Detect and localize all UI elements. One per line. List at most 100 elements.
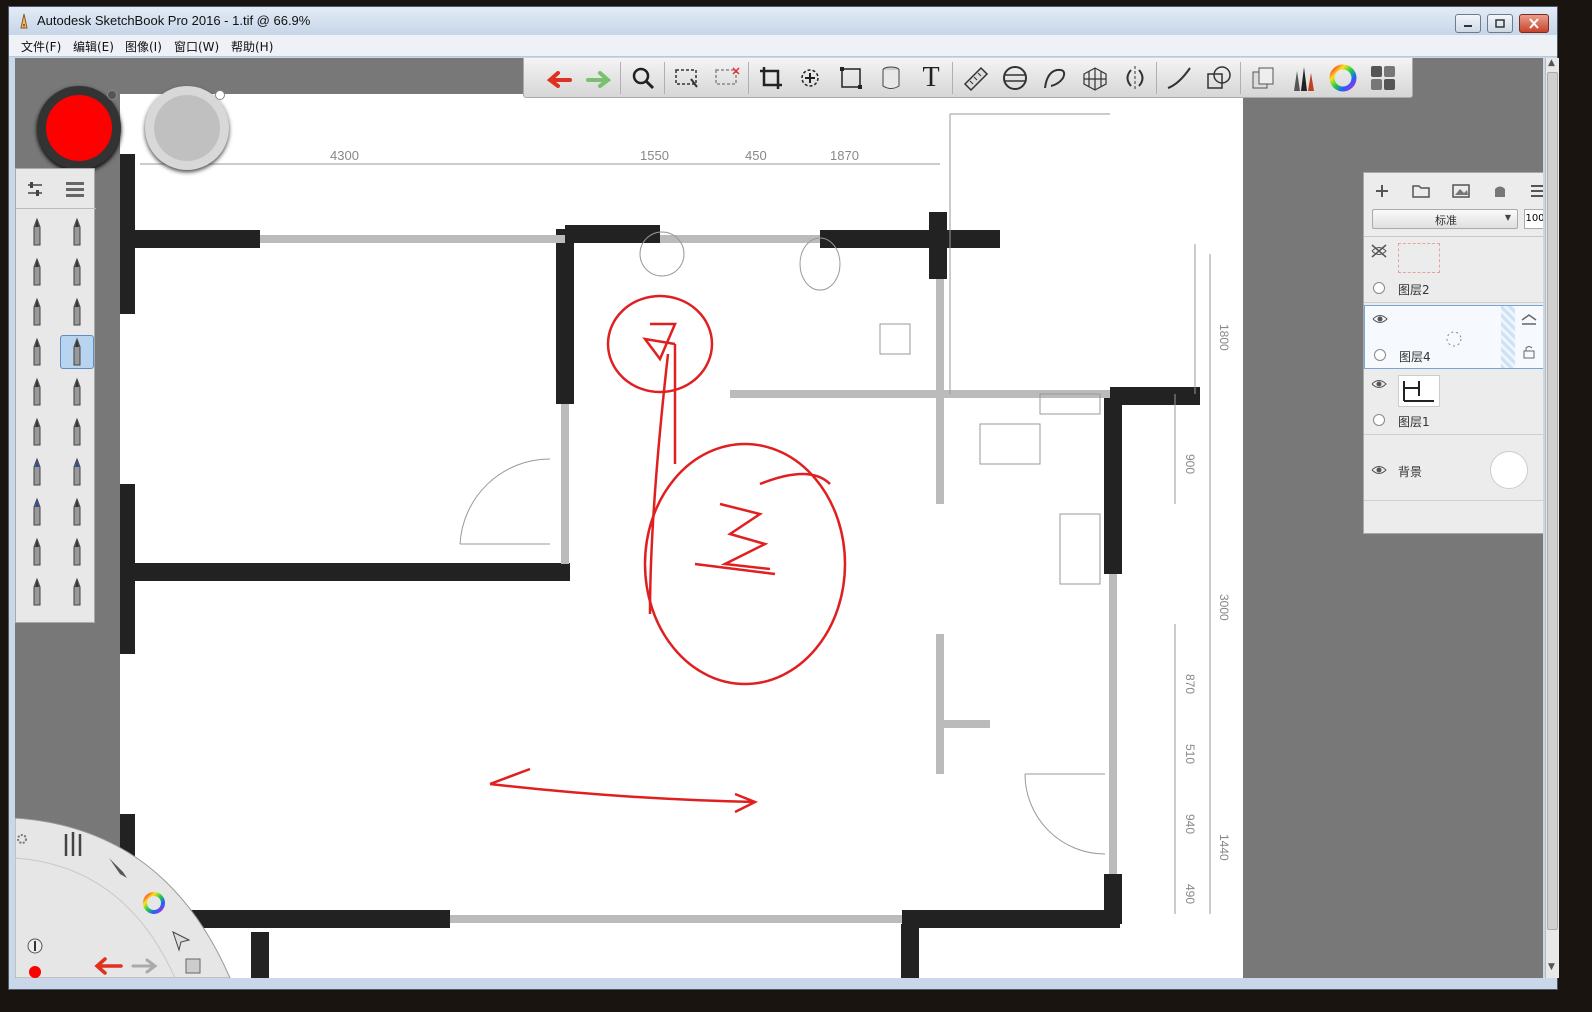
fill-button[interactable] [874, 61, 908, 95]
redo-lagoon-icon[interactable] [131, 956, 161, 976]
text-button[interactable]: T [914, 61, 948, 95]
menu-image[interactable]: 图像(I) [125, 38, 162, 55]
brush-properties-button[interactable] [18, 172, 52, 206]
scrollbar-thumb[interactable] [1547, 72, 1558, 930]
brush-technical-pen[interactable] [60, 215, 94, 249]
layer-row-layer4-active[interactable]: 图层4 [1364, 305, 1543, 369]
background-color-swatch[interactable] [1490, 451, 1528, 489]
menu-edit[interactable]: 编辑(E) [73, 38, 114, 55]
ellipse-guide-button[interactable] [998, 61, 1032, 95]
eraser-layer-icon[interactable] [1492, 183, 1508, 199]
canvas-workspace[interactable]: 4300 1550 450 1870 1800 900 3000 870 510… [15, 58, 1543, 978]
brush-airbrush-hard[interactable] [20, 375, 54, 409]
image-icon[interactable] [1452, 183, 1470, 199]
undo-button[interactable] [542, 61, 576, 95]
menu-bar: 文件(F) 编辑(E) 图像(I) 窗口(W) 帮助(H) [9, 35, 1557, 57]
minimize-button[interactable] [1455, 14, 1481, 33]
menu-icon[interactable] [1530, 183, 1543, 199]
ruler-button[interactable] [958, 61, 992, 95]
layer-hidden-icon[interactable] [1370, 243, 1388, 259]
layer-name: 图层2 [1398, 283, 1430, 297]
brush-marker[interactable] [20, 255, 54, 289]
merge-layer-icon[interactable] [1519, 312, 1539, 330]
brush-dark-marker[interactable] [60, 455, 94, 489]
brush-fineliner[interactable] [60, 415, 94, 449]
layers-toggle-button[interactable] [1366, 61, 1400, 95]
blend-mode-select[interactable]: 标准 ▼ [1372, 209, 1518, 229]
brush-chisel-marker[interactable] [60, 255, 94, 289]
brush-felt-tip[interactable] [20, 415, 54, 449]
brush-lagoon-icon[interactable] [103, 852, 131, 880]
layer-row-background[interactable]: 背景 [1364, 437, 1543, 501]
select-deselect-button[interactable] [710, 61, 744, 95]
move-handle-icon[interactable] [1443, 328, 1465, 350]
brush-ballpoint[interactable] [20, 335, 54, 369]
vertical-scrollbar[interactable]: ▲ ▼ [1545, 58, 1559, 978]
brush-library-list-button[interactable] [58, 172, 92, 206]
lock-icon[interactable] [1521, 344, 1537, 360]
color-wheel-button[interactable] [1326, 61, 1360, 95]
folder-icon[interactable] [1412, 183, 1430, 199]
brush-bristle-brush[interactable] [60, 535, 94, 569]
eye-icon[interactable] [1370, 377, 1388, 391]
distort-button[interactable] [834, 61, 868, 95]
menu-file[interactable]: 文件(F) [21, 38, 61, 55]
symmetry-button[interactable] [1118, 61, 1152, 95]
layer-row-layer2[interactable]: 图层2 [1364, 239, 1543, 303]
opacity-field[interactable]: 100 [1524, 209, 1543, 229]
brush-paint-brush[interactable] [20, 535, 54, 569]
french-curve-button[interactable] [1038, 61, 1072, 95]
brush-calligraphy-pen[interactable] [60, 335, 94, 369]
brush-airbrush-soft[interactable] [60, 375, 94, 409]
pencil-brush-lagoon-icon[interactable] [61, 828, 85, 858]
color-wheel-lagoon-icon[interactable] [141, 890, 167, 916]
copy-paste-button[interactable] [1246, 61, 1280, 95]
eye-icon[interactable] [1371, 312, 1389, 326]
scroll-down-icon[interactable]: ▼ [1548, 962, 1555, 972]
layers-lagoon-icon[interactable] [183, 956, 205, 976]
canvas-document[interactable]: 4300 1550 450 1870 1800 900 3000 870 510… [117, 94, 1243, 978]
select-arrow-lagoon-icon[interactable] [169, 928, 193, 952]
close-button[interactable] [1519, 14, 1549, 33]
brush-flat-brush[interactable] [20, 575, 54, 609]
color-picker-dot-icon [215, 90, 225, 100]
menu-help[interactable]: 帮助(H) [231, 38, 273, 55]
blue-brush-icon [33, 497, 41, 526]
stroke-tool-button[interactable] [1162, 61, 1196, 95]
eye-icon[interactable] [1370, 463, 1388, 477]
add-layer-icon[interactable] [1374, 183, 1390, 199]
secondary-color-puck[interactable] [145, 86, 229, 170]
layer-active-stripe [1501, 306, 1515, 368]
primary-color-puck[interactable] [37, 86, 121, 170]
brush-fan-brush[interactable] [60, 575, 94, 609]
secondary-color-swatch [154, 95, 220, 161]
perspective-button[interactable] [1078, 61, 1112, 95]
brush-size-lagoon-icon[interactable] [25, 936, 45, 956]
layer-select-radio-icon[interactable] [1372, 413, 1386, 427]
zoom-button[interactable] [626, 61, 660, 95]
menu-window[interactable]: 窗口(W) [174, 38, 219, 55]
transform-button[interactable] [794, 61, 828, 95]
crop-button[interactable] [754, 61, 788, 95]
restore-button[interactable] [1487, 14, 1513, 33]
brush-blue-pencil[interactable] [20, 455, 54, 489]
symmetry-icon [1126, 66, 1144, 90]
select-rect-button[interactable] [670, 61, 704, 95]
brush-pencil[interactable] [20, 215, 54, 249]
brush-library-button[interactable] [1286, 61, 1320, 95]
layer-select-radio-icon[interactable] [1373, 348, 1387, 362]
brush-stamp-brush[interactable] [60, 495, 94, 529]
dimension-label: 450 [745, 148, 767, 163]
layer-select-radio-icon[interactable] [1372, 281, 1386, 295]
brush-ink-pen[interactable] [60, 295, 94, 329]
settings-gear-icon[interactable] [15, 832, 29, 846]
undo-lagoon-icon[interactable] [91, 954, 125, 976]
shape-tool-button[interactable] [1202, 61, 1236, 95]
layer-row-layer1[interactable]: 图层1 [1364, 371, 1543, 435]
dimension-label: 900 [1183, 454, 1197, 474]
scroll-up-icon[interactable]: ▲ [1548, 58, 1555, 68]
brush-blue-brush[interactable] [20, 495, 54, 529]
brush-fine-pen[interactable] [20, 295, 54, 329]
redo-button[interactable] [582, 61, 616, 95]
current-color-dot[interactable] [29, 966, 41, 978]
